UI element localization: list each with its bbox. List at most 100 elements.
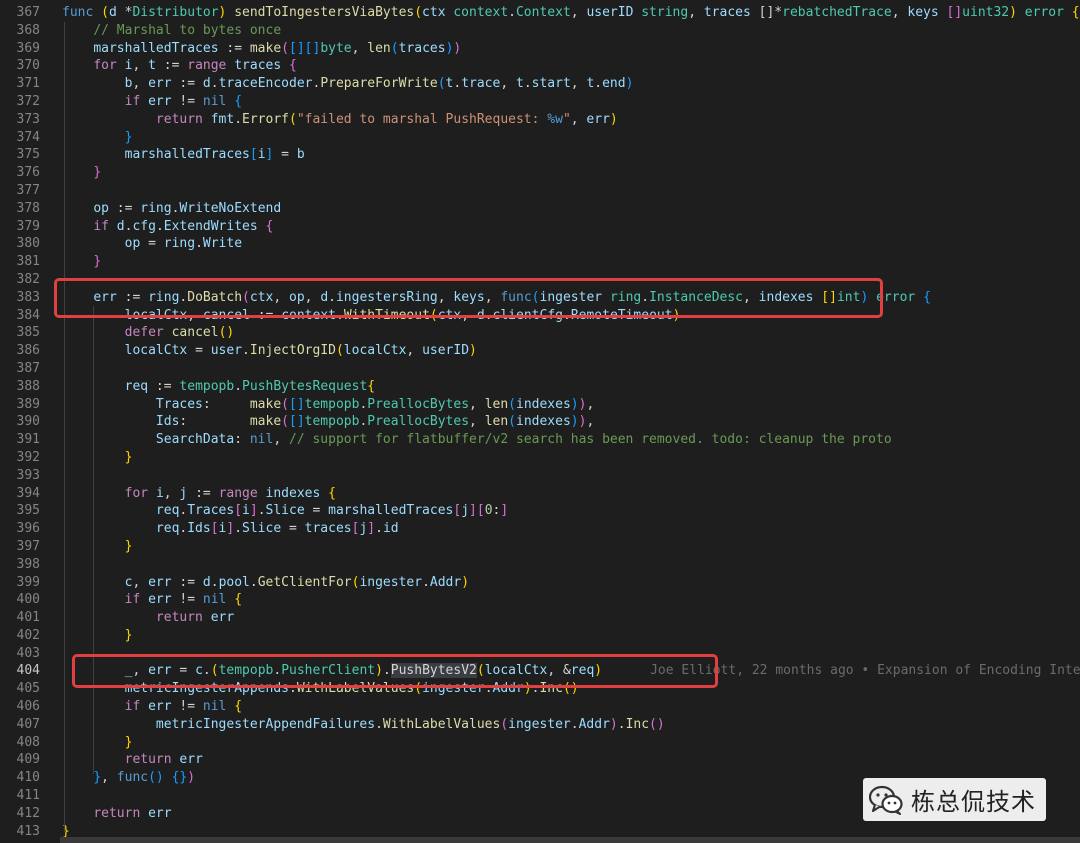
line-number: 381 [16,254,40,270]
code-token: if [124,699,141,715]
code-line[interactable]: 368 // Marshal to bytes once [0,22,1080,40]
code-token: SearchData [155,432,235,448]
code-token: = [273,147,297,163]
code-token: if [93,218,109,234]
code-token: ] [249,503,258,519]
code-token: cancel [171,325,219,341]
code-token: make [249,414,282,430]
line-number: 393 [16,467,40,483]
code-text: op := ring.WriteNoExtend [62,200,281,218]
code-token: . [234,378,243,394]
code-line[interactable]: 389 Traces: make([]tempopb.PreallocBytes… [0,396,1080,414]
code-line[interactable]: 409 return err [0,751,1080,769]
code-token: d [116,218,125,234]
code-line[interactable]: 379 if d.cfg.ExtendWrites { [0,218,1080,236]
line-number: 405 [16,681,40,697]
code-line[interactable]: 376 } [0,164,1080,182]
code-token: "failed to marshal PushRequest: [296,111,548,127]
code-token: . [257,503,266,519]
line-number: 373 [16,111,40,127]
line-number: 409 [16,752,40,768]
code-line[interactable]: 392 } [0,449,1080,467]
line-number: 387 [16,360,40,376]
code-line[interactable]: 370 for i, t := range traces { [0,57,1080,75]
code-token: WithLabelValues [382,716,501,732]
code-line[interactable]: 371 b, err := d.traceEncoder.PrepareForW… [0,75,1080,93]
code-text: req.Ids[i].Slice = traces[j].id [62,520,399,538]
code-line[interactable]: 378 op := ring.WriteNoExtend [0,200,1080,218]
code-line[interactable]: 375 marshalledTraces[i] = b [0,146,1080,164]
code-token: ) [625,76,634,92]
line-number: 376 [16,165,40,181]
code-line[interactable]: 395 req.Traces[i].Slice = marshalledTrac… [0,502,1080,520]
code-token: err [586,111,610,127]
code-token: , [586,396,595,412]
code-line[interactable]: 407 metricIngesterAppendFailures.WithLab… [0,716,1080,734]
code-token: Slice [242,521,282,537]
code-token: keys [907,5,939,20]
code-line[interactable]: 388 req := tempopb.PushBytesRequest{ [0,378,1080,396]
code-line[interactable]: 393 [0,467,1080,485]
line-number: 386 [16,343,40,359]
code-line[interactable]: 386 localCtx = user.InjectOrgID(localCtx… [0,342,1080,360]
code-line[interactable]: 397 } [0,538,1080,556]
code-text: return err [62,805,171,823]
code-line[interactable]: 373 return fmt.Errorf("failed to marshal… [0,111,1080,129]
code-token: ) [469,343,477,359]
code-token: . [523,76,532,92]
code-token: func [62,5,94,20]
code-token: , [891,5,908,20]
code-token: , [688,5,704,20]
code-token: t [516,76,524,92]
code-line[interactable]: 387 [0,360,1080,378]
code-token: traceEncoder [218,76,313,92]
code-line[interactable]: 408 } [0,734,1080,752]
code-area[interactable]: 367 func (d *Distributor) sendToIngesters… [0,4,1080,840]
code-line[interactable]: 398 [0,556,1080,574]
code-line[interactable]: 391 SearchData: nil, // support for flat… [0,431,1080,449]
code-line[interactable]: 377 [0,182,1080,200]
code-line[interactable]: 372 if err != nil { [0,93,1080,111]
code-line[interactable]: 374 } [0,129,1080,147]
code-token: traces [304,521,352,537]
code-token: : [179,414,250,430]
code-token: , [469,396,485,412]
code-line[interactable]: 401 return err [0,609,1080,627]
code-token: t [148,58,156,74]
code-line[interactable]: 367 func (d *Distributor) sendToIngesters… [0,4,1080,22]
code-token: j [461,503,470,519]
code-token: . [375,716,383,732]
watermark: 栋总侃技术 [863,778,1046,821]
code-token: , [570,76,587,92]
code-token: ) [570,414,579,430]
code-token: , [586,414,595,430]
code-token: : [202,396,250,412]
code-token: := [218,40,250,56]
code-line[interactable]: 394 for i, j := range indexes { [0,485,1080,503]
code-token: len [367,40,391,56]
code-line[interactable]: 400 if err != nil { [0,591,1080,609]
code-token: ] [469,503,477,519]
code-line[interactable]: 402 } [0,627,1080,645]
code-token: req [124,378,149,394]
code-line[interactable]: 396 req.Ids[i].Slice = traces[j].id [0,520,1080,538]
code-line[interactable]: 381 } [0,253,1080,271]
code-text: return err [62,751,203,769]
horizontal-scrollbar[interactable] [60,837,1080,843]
code-line[interactable]: 390 Ids: make([]tempopb.PreallocBytes, l… [0,413,1080,431]
code-line[interactable]: 380 op = ring.Write [0,235,1080,253]
code-editor[interactable]: 367 func (d *Distributor) sendToIngesters… [0,0,1080,843]
watermark-text: 栋总侃技术 [911,788,1036,816]
code-token: make [249,396,282,412]
code-line[interactable]: 385 defer cancel() [0,324,1080,342]
code-token: metricIngesterAppendFailures [155,716,376,732]
code-line[interactable]: 369 marshalledTraces := make([][]byte, l… [0,40,1080,58]
code-line[interactable]: 406 if err != nil { [0,698,1080,716]
code-token: err [210,610,235,626]
code-line[interactable]: 399 c, err := d.pool.GetClientFor(ingest… [0,574,1080,592]
